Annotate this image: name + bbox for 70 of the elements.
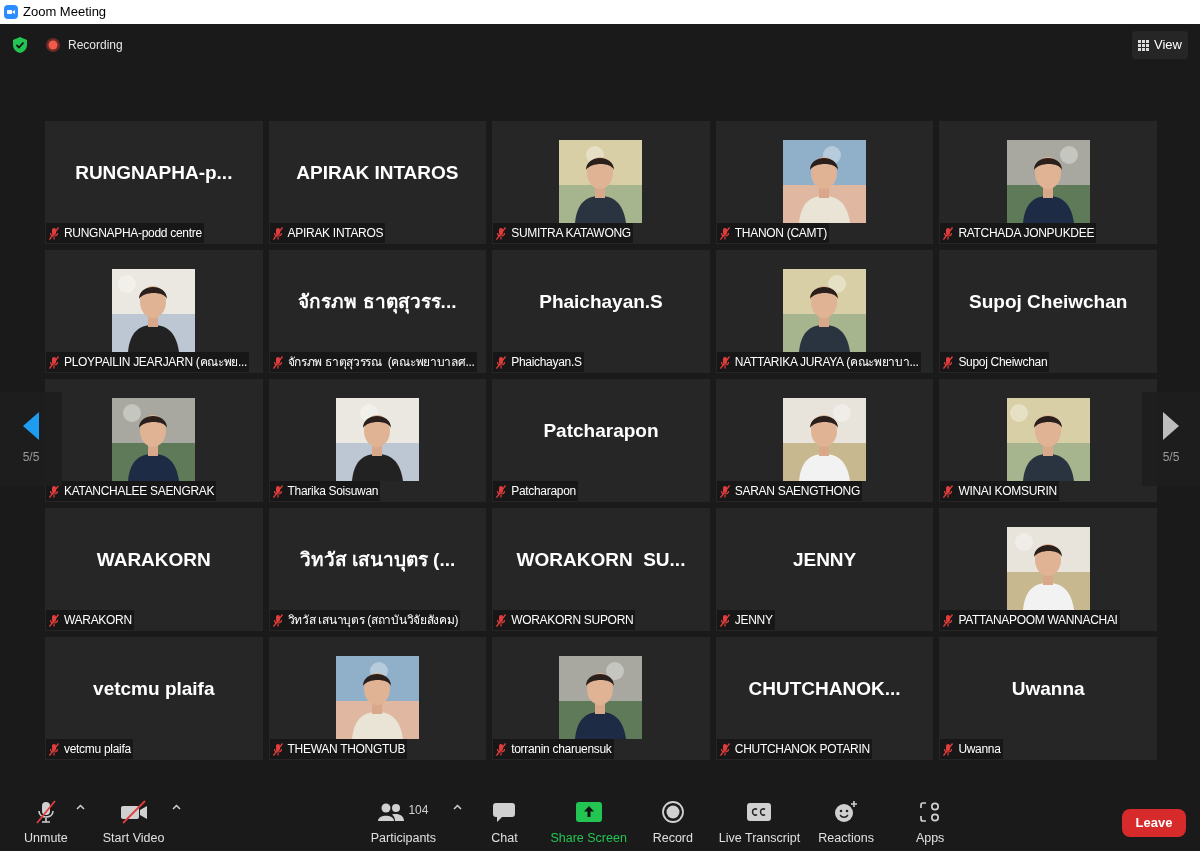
record-icon bbox=[661, 801, 684, 824]
toolbar-button[interactable]: Record bbox=[630, 798, 715, 848]
participant-name: torranin charuensuk bbox=[511, 741, 612, 758]
window-title: Zoom Meeting bbox=[23, 3, 107, 22]
participant-name: PLOYPAILIN JEARJARN (คณะพย... bbox=[64, 354, 248, 371]
view-button[interactable]: View bbox=[1132, 31, 1188, 59]
participant-name: CHUTCHANOK POTARIN bbox=[734, 741, 870, 758]
people-icon bbox=[378, 802, 405, 823]
participant-name: จักรภพ ธาตุสุวรรณ (คณะพยาบาลศ... bbox=[287, 354, 475, 371]
chat-bubble-icon bbox=[493, 801, 516, 824]
grid-icon bbox=[1138, 39, 1150, 51]
participant-display-name: วิทวัส เสนาบุตร (... bbox=[299, 547, 456, 574]
toolbar-button[interactable]: Live Transcript bbox=[714, 798, 805, 848]
participant-name: THEWAN THONGTUB bbox=[287, 741, 406, 758]
toolbar-button[interactable]: Apps bbox=[888, 798, 973, 848]
participant-name: WINAI KOMSURIN bbox=[958, 483, 1057, 500]
recording-label: Recording bbox=[68, 37, 123, 54]
closed-captions-icon bbox=[747, 803, 772, 822]
participant-name: APIRAK INTAROS bbox=[287, 225, 384, 242]
participant-display-name: WORAKORN SU... bbox=[516, 547, 686, 572]
left-arrow-icon[interactable] bbox=[23, 412, 39, 440]
participant-display-name: CHUTCHANOK... bbox=[748, 676, 901, 701]
caret-up-icon[interactable] bbox=[172, 804, 182, 810]
participant-display-name: Supoj Cheiwchan bbox=[969, 289, 1128, 314]
participant-name: Tharika Soisuwan bbox=[287, 483, 379, 500]
participant-name: วิทวัส เสนาบุตร (สถาบันวิจัยสังคม) bbox=[287, 612, 459, 629]
participant-display-name: Phaichayan.S bbox=[539, 289, 663, 314]
right-arrow-icon[interactable] bbox=[1163, 412, 1179, 440]
toolbar-button[interactable]: Start Video bbox=[102, 798, 165, 848]
participant-display-name: vetcmu plaifa bbox=[93, 676, 215, 701]
participant-display-name: RUNGNAPHA-p... bbox=[75, 160, 233, 185]
caret-up-icon[interactable] bbox=[453, 804, 463, 810]
participant-name: SARAN SAENGTHONG bbox=[734, 483, 861, 500]
page-indicator: 5/5 bbox=[1162, 449, 1180, 466]
participant-display-name: APIRAK INTAROS bbox=[296, 160, 459, 185]
participant-count: 104 bbox=[408, 802, 429, 820]
apps-icon bbox=[919, 801, 942, 824]
leave-button[interactable]: Leave bbox=[1122, 809, 1186, 837]
participant-name: PATTANAPOOM WANNACHAI bbox=[958, 612, 1118, 629]
toolbar-button[interactable]: Share Screen bbox=[546, 798, 631, 848]
participant-display-name: Uwanna bbox=[1011, 676, 1085, 701]
participant-display-name: Patcharapon bbox=[543, 418, 659, 443]
smiley-plus-icon bbox=[834, 800, 859, 825]
caret-up-icon[interactable] bbox=[75, 804, 85, 810]
shield-check-icon bbox=[12, 36, 28, 54]
participant-name: SUMITRA KATAWONG bbox=[511, 225, 631, 242]
recording-icon bbox=[46, 38, 60, 52]
participant-name: WARAKORN bbox=[64, 612, 132, 629]
participant-name: Uwanna bbox=[958, 741, 1001, 758]
participant-display-name: จักรภพ ธาตุสุวรร... bbox=[298, 289, 457, 316]
participant-name: RATCHADA JONPUKDEE bbox=[958, 225, 1095, 242]
participant-name: WORAKORN SUPORN bbox=[511, 612, 634, 629]
toolbar-button[interactable]: Chat bbox=[462, 798, 547, 848]
participant-name: Phaichayan.S bbox=[511, 354, 582, 371]
toolbar-button[interactable]: Unmute bbox=[24, 798, 68, 848]
page-indicator: 5/5 bbox=[22, 449, 40, 466]
participant-name: Patcharapon bbox=[511, 483, 576, 500]
toolbar-button[interactable]: Reactions bbox=[804, 798, 889, 848]
participant-name: THANON (CAMT) bbox=[734, 225, 827, 242]
participant-name: vetcmu plaifa bbox=[64, 741, 131, 758]
participant-display-name: WARAKORN bbox=[96, 547, 211, 572]
participant-name: KATANCHALEE SAENGRAK bbox=[64, 483, 215, 500]
participant-name: RUNGNAPHA-podd centre bbox=[64, 225, 202, 242]
participant-display-name: JENNY bbox=[792, 547, 857, 572]
participants-button[interactable]: 104 Participants bbox=[361, 798, 446, 848]
app-logo-icon bbox=[4, 5, 18, 19]
participant-name: NATTARIKA JURAYA (คณะพยาบา... bbox=[734, 354, 919, 371]
share-screen-icon bbox=[575, 802, 602, 823]
participant-name: Supoj Cheiwchan bbox=[958, 354, 1048, 371]
participant-name: JENNY bbox=[734, 612, 773, 629]
